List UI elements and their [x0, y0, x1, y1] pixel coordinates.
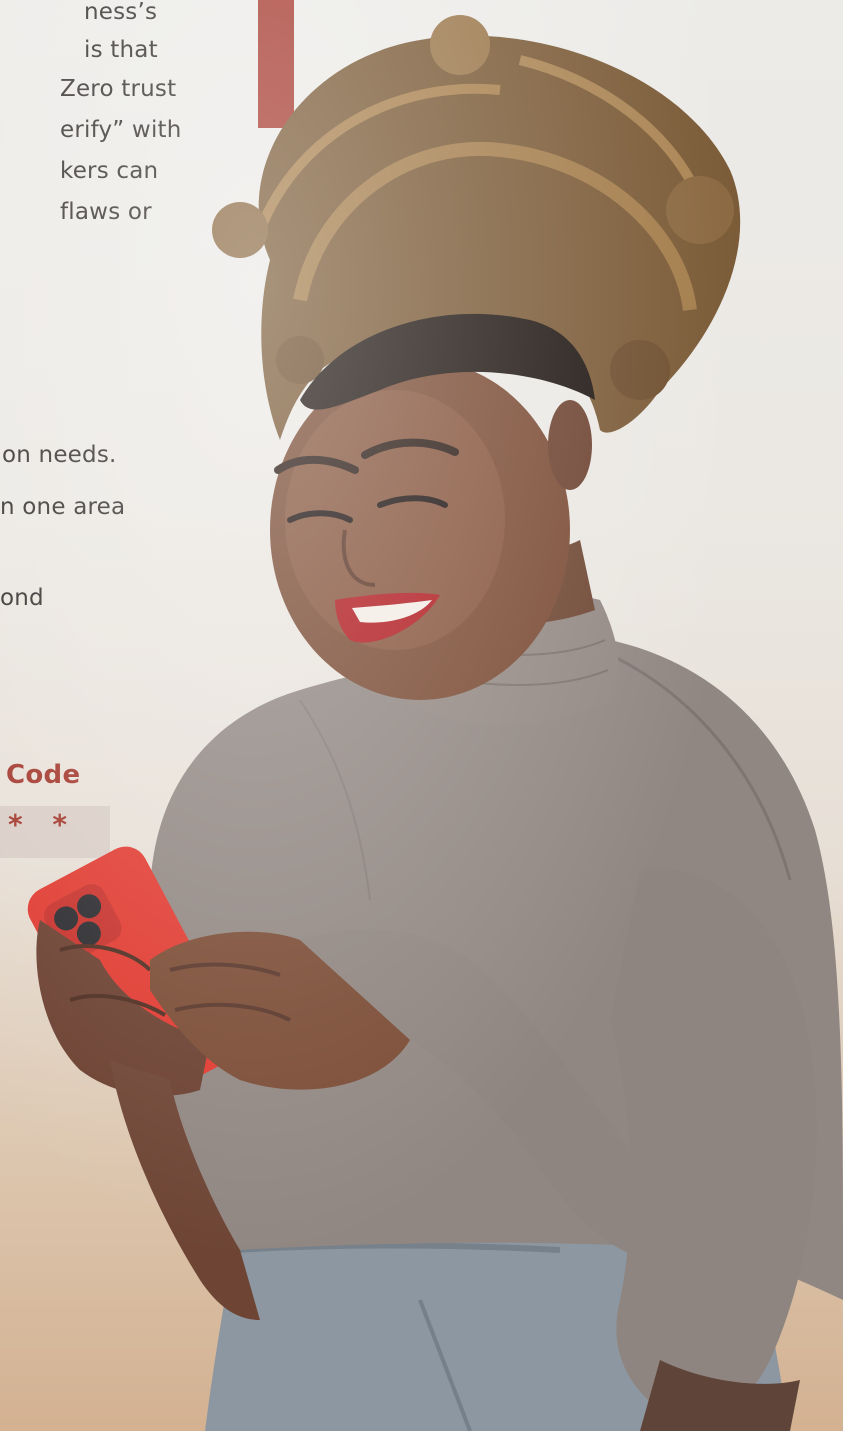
article-line-9: ond	[0, 585, 44, 611]
code-label: Code	[6, 760, 81, 790]
woman-with-phone-icon	[27, 15, 843, 1431]
page-canvas: ness’s is that Zero trust erify” with ke…	[0, 0, 843, 1431]
article-line-3: Zero trust	[60, 76, 177, 102]
article-line-5: kers can	[60, 158, 159, 184]
accent-bar	[258, 0, 294, 128]
article-line-2: is that	[84, 37, 158, 63]
code-input[interactable]: * *	[0, 806, 110, 858]
article-line-6: flaws or	[60, 199, 152, 225]
article-line-7: on needs.	[2, 442, 117, 468]
article-line-1: ness’s	[84, 0, 158, 25]
article-line-8: n one area	[0, 494, 126, 520]
code-mask: * *	[8, 808, 78, 841]
article-line-4: erify” with	[60, 117, 182, 143]
